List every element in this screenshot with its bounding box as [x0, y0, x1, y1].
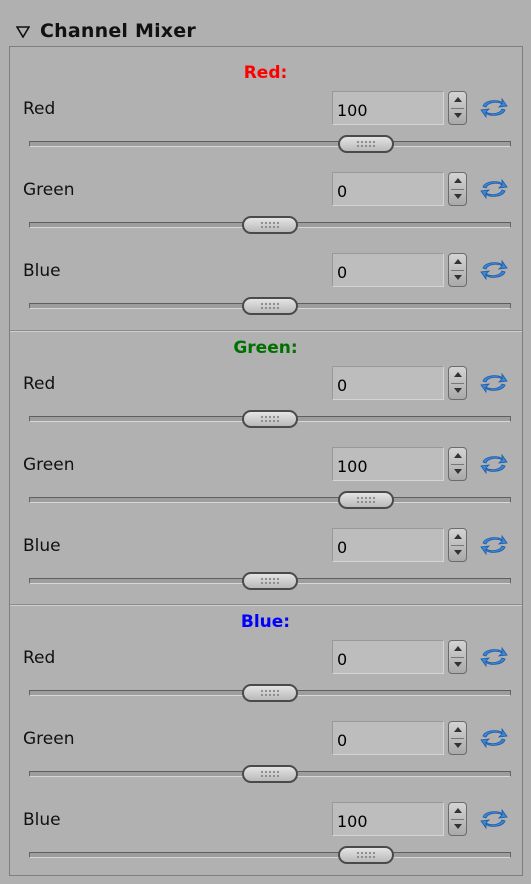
slider-track-red-red[interactable]	[29, 141, 511, 147]
group-title-blue: Blue:	[240, 612, 291, 632]
slider-thumb-red-green[interactable]	[242, 216, 298, 234]
row-label-blue-green: Green	[23, 729, 75, 749]
reset-icon[interactable]	[479, 727, 509, 749]
spin-up-icon[interactable]	[454, 97, 462, 102]
spin-down-icon[interactable]	[454, 662, 462, 667]
row-label-blue-red: Red	[23, 648, 56, 668]
group-divider	[10, 604, 522, 606]
spin-up-icon[interactable]	[454, 372, 462, 377]
slider-thumb-green-blue[interactable]	[242, 572, 298, 590]
reset-icon[interactable]	[479, 178, 509, 200]
value-input-red-blue[interactable]: 0	[332, 253, 444, 287]
spinner-red-blue[interactable]	[448, 253, 467, 287]
grip-icon	[260, 415, 280, 423]
grip-icon	[260, 221, 280, 229]
spinner-red-green[interactable]	[448, 172, 467, 206]
spin-down-icon[interactable]	[454, 275, 462, 280]
spinner-divider	[451, 189, 464, 190]
group-title-green: Green:	[233, 338, 298, 358]
row-label-red-blue: Blue	[23, 261, 61, 281]
value-input-red-green[interactable]: 0	[332, 172, 444, 206]
spinner-blue-green[interactable]	[448, 721, 467, 755]
group-divider	[10, 330, 522, 332]
spinner-green-red[interactable]	[448, 366, 467, 400]
value-input-green-blue[interactable]: 0	[332, 528, 444, 562]
grip-icon	[356, 496, 376, 504]
row-label-blue-blue: Blue	[23, 810, 61, 830]
group-title-red: Red:	[243, 63, 288, 83]
slider-thumb-blue-red[interactable]	[242, 684, 298, 702]
spin-up-icon[interactable]	[454, 727, 462, 732]
spin-up-icon[interactable]	[454, 808, 462, 813]
reset-icon[interactable]	[479, 453, 509, 475]
spinner-divider	[451, 383, 464, 384]
spin-up-icon[interactable]	[454, 534, 462, 539]
spinner-divider	[451, 545, 464, 546]
slider-thumb-red-blue[interactable]	[242, 297, 298, 315]
spin-down-icon[interactable]	[454, 550, 462, 555]
spinner-divider	[451, 738, 464, 739]
slider-thumb-blue-blue[interactable]	[338, 846, 394, 864]
slider-thumb-green-green[interactable]	[338, 491, 394, 509]
reset-icon[interactable]	[479, 646, 509, 668]
panel-header[interactable]: Channel Mixer	[0, 0, 531, 46]
spin-up-icon[interactable]	[454, 178, 462, 183]
reset-icon[interactable]	[479, 97, 509, 119]
spinner-divider	[451, 464, 464, 465]
spin-down-icon[interactable]	[454, 469, 462, 474]
panel-title: Channel Mixer	[40, 20, 196, 42]
reset-icon[interactable]	[479, 259, 509, 281]
slider-track-green-green[interactable]	[29, 497, 511, 503]
spinner-green-blue[interactable]	[448, 528, 467, 562]
value-input-red-red[interactable]: 100	[332, 91, 444, 125]
spin-up-icon[interactable]	[454, 453, 462, 458]
grip-icon	[260, 302, 280, 310]
spin-down-icon[interactable]	[454, 194, 462, 199]
value-input-green-green[interactable]: 100	[332, 447, 444, 481]
grip-icon	[260, 770, 280, 778]
slider-thumb-red-red[interactable]	[338, 135, 394, 153]
reset-icon[interactable]	[479, 372, 509, 394]
spinner-green-green[interactable]	[448, 447, 467, 481]
value-input-blue-blue[interactable]: 100	[332, 802, 444, 836]
value-input-blue-red[interactable]: 0	[332, 640, 444, 674]
spinner-blue-blue[interactable]	[448, 802, 467, 836]
row-label-red-green: Green	[23, 180, 75, 200]
grip-icon	[356, 851, 376, 859]
row-label-green-blue: Blue	[23, 536, 61, 556]
row-label-green-red: Red	[23, 374, 56, 394]
channel-mixer-frame	[9, 46, 523, 876]
slider-track-blue-blue[interactable]	[29, 852, 511, 858]
value-input-green-red[interactable]: 0	[332, 366, 444, 400]
spinner-divider	[451, 819, 464, 820]
spin-down-icon[interactable]	[454, 824, 462, 829]
triangle-down-icon[interactable]	[16, 26, 30, 38]
spin-down-icon[interactable]	[454, 113, 462, 118]
spin-up-icon[interactable]	[454, 646, 462, 651]
spinner-divider	[451, 270, 464, 271]
reset-icon[interactable]	[479, 534, 509, 556]
row-label-green-green: Green	[23, 455, 75, 475]
grip-icon	[356, 140, 376, 148]
spinner-divider	[451, 657, 464, 658]
slider-thumb-green-red[interactable]	[242, 410, 298, 428]
grip-icon	[260, 689, 280, 697]
value-input-blue-green[interactable]: 0	[332, 721, 444, 755]
spin-up-icon[interactable]	[454, 259, 462, 264]
grip-icon	[260, 577, 280, 585]
slider-thumb-blue-green[interactable]	[242, 765, 298, 783]
spinner-blue-red[interactable]	[448, 640, 467, 674]
spinner-divider	[451, 108, 464, 109]
spin-down-icon[interactable]	[454, 743, 462, 748]
row-label-red-red: Red	[23, 99, 56, 119]
spinner-red-red[interactable]	[448, 91, 467, 125]
reset-icon[interactable]	[479, 808, 509, 830]
spin-down-icon[interactable]	[454, 388, 462, 393]
